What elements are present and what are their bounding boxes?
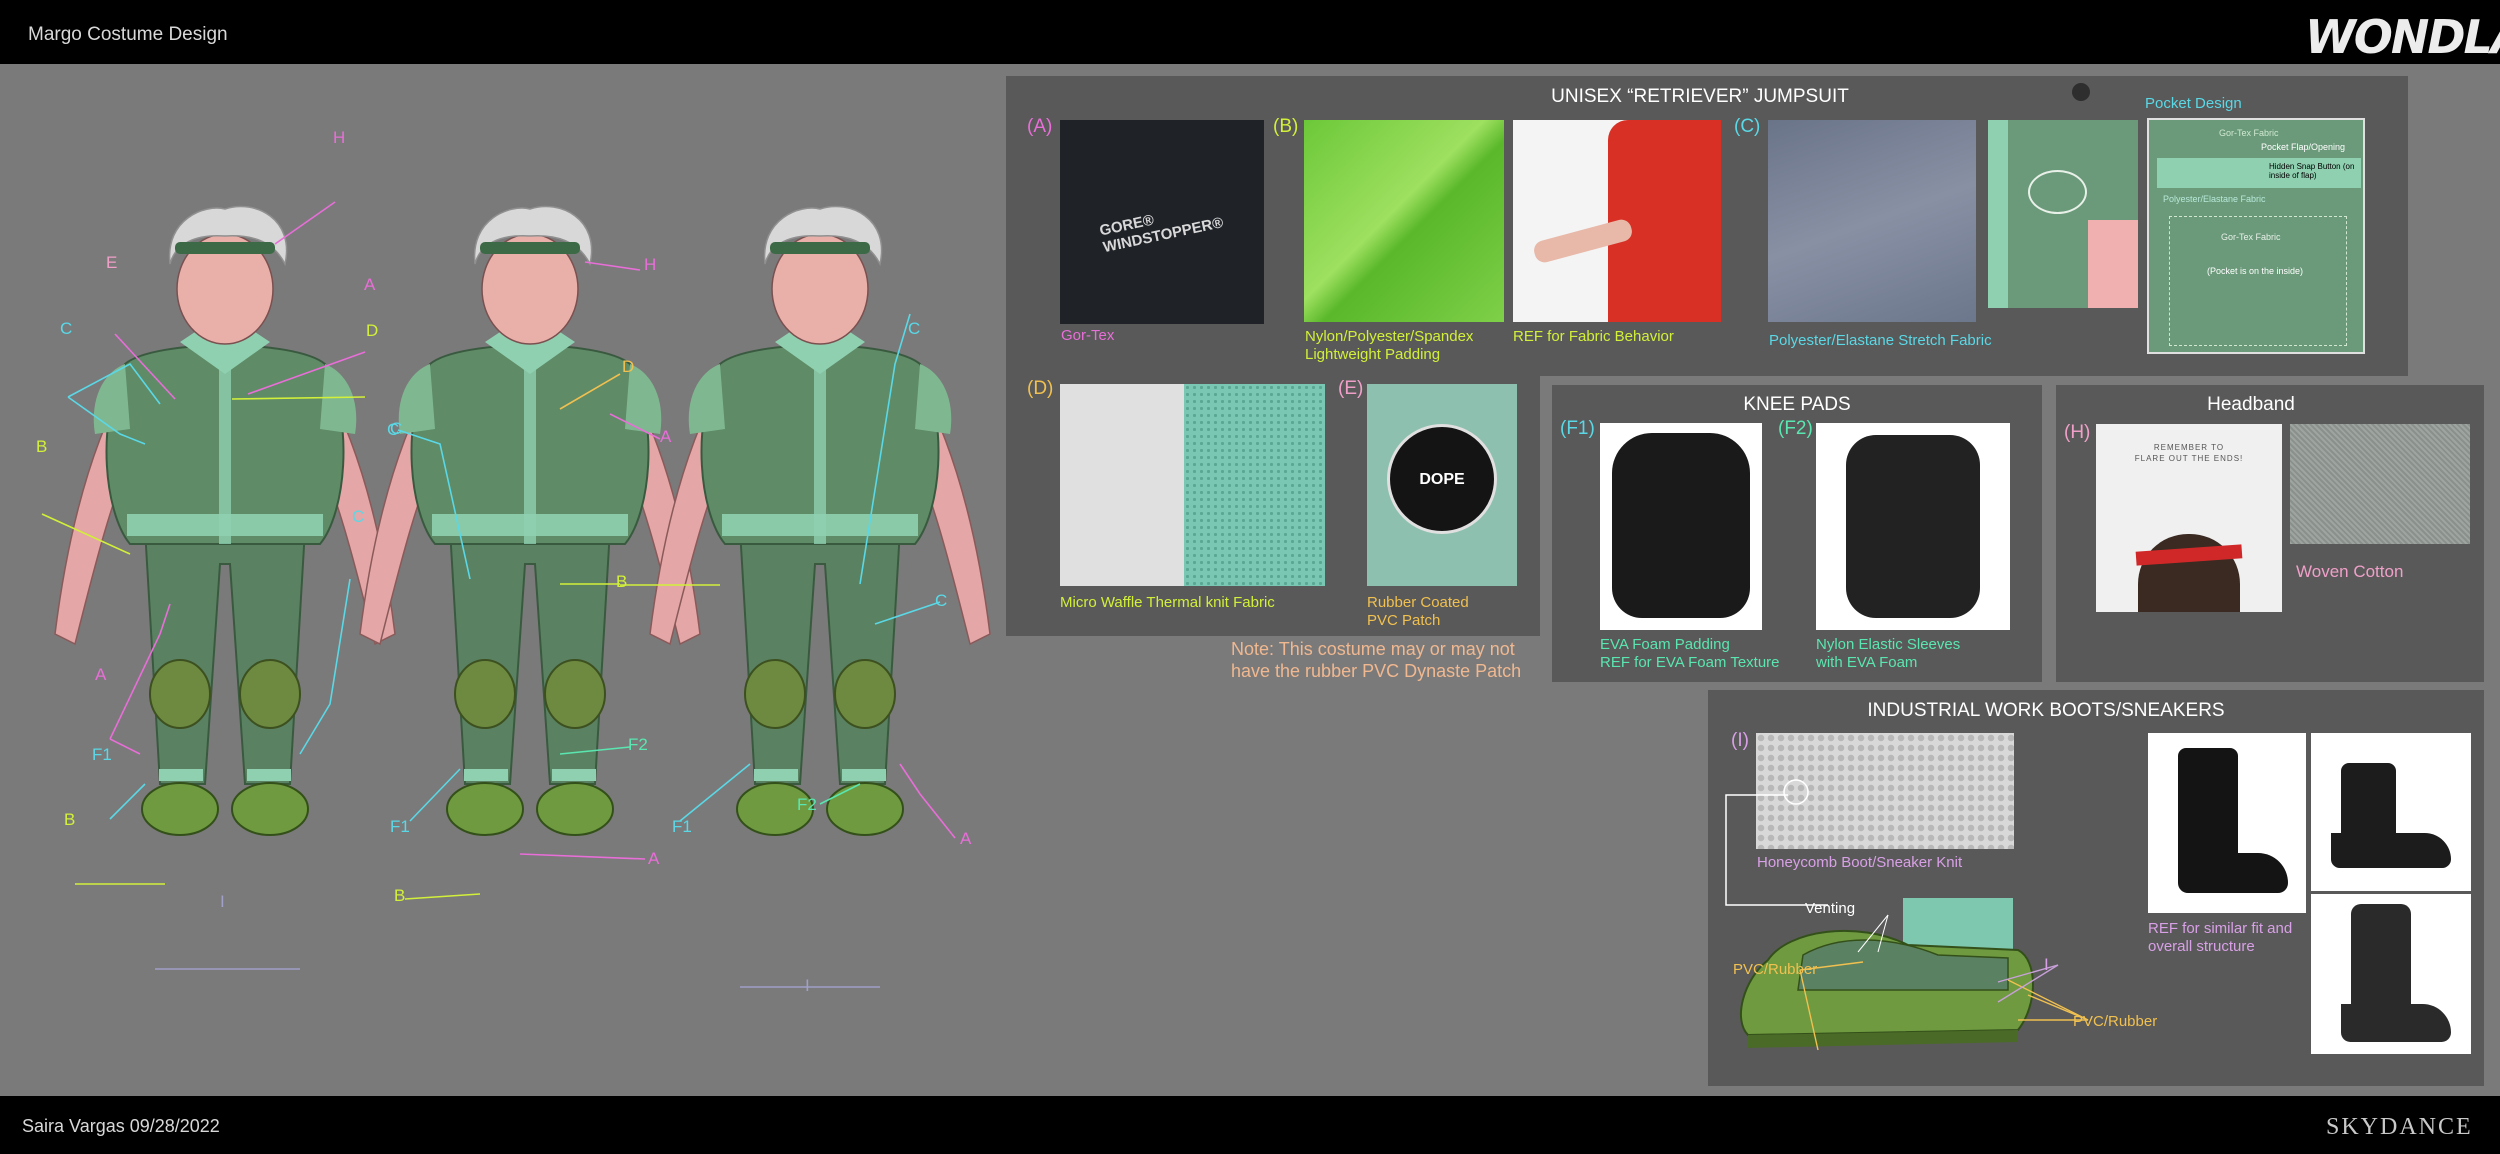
pocket-note-1: Pocket Flap/Opening [2261,142,2346,152]
sleeve-shape [1846,435,1980,618]
boot-ref-photo-1 [2148,733,2306,913]
pocket-title: Pocket Design [2145,95,2242,112]
boot-ref-label: REF for similar fit and overall structur… [2148,920,2293,955]
pocket-note-2: Hidden Snap Button (on inside of flap) [2269,162,2355,180]
label-b-front: B [36,437,48,456]
bandana-ref-text: REMEMBER TO FLARE OUT THE ENDS! [2134,443,2244,463]
fabric-ref-label: REF for Fabric Behavior [1513,328,1674,345]
label-a-front: A [364,275,376,294]
tag-e: (E) [1338,378,1364,399]
tag-f1: (F1) [1560,418,1595,439]
label-f1-front: F1 [92,745,112,764]
sleeve-label: Nylon Elastic Sleeves with EVA Foam [1816,636,1961,671]
label-f2-side: F2 [628,735,648,754]
nylon-swatch [1304,120,1504,322]
boot-ref-photo-3 [2311,894,2471,1054]
tag-c: (C) [1734,116,1761,137]
patch-label: Rubber Coated PVC Patch [1367,594,1469,629]
label-a-back: A [960,829,972,848]
headband-title: Headband [2207,394,2295,415]
waffle-label: Micro Waffle Thermal knit Fabric [1060,594,1275,611]
label-c-front: C [60,319,73,338]
woven-cotton-swatch [2290,424,2470,544]
tag-h: (H) [2064,422,2091,443]
label-e-front: E [106,253,118,272]
character-turnaround [41,201,991,988]
label-f2-back: F2 [797,795,817,814]
boot-ref-photo-2 [2311,733,2471,891]
tag-d: (D) [1027,378,1054,399]
pocket-inner [2169,216,2347,346]
pocket-circle [2028,170,2087,214]
pin-dot [2072,83,2090,101]
boot-3-foot [2341,1004,2451,1042]
bottom-bar [0,1096,2500,1154]
nylon-label: Nylon/Polyester/Spandex Lightweight Padd… [1305,328,1474,363]
sleeve-pad-photo [1816,423,2010,630]
boot-i-mark: I [2044,955,2049,974]
red-jacket-ref [1513,120,1721,322]
knee-pads-title: KNEE PADS [1743,394,1851,415]
label-a-side: A [660,427,672,446]
boot-1-foot [2178,853,2288,893]
bandana-ref-photo: REMEMBER TO FLARE OUT THE ENDS! [2096,424,2282,612]
knee-pad-shape [1612,433,1750,618]
goretex-swatch: GORE® WINDSTOPPER® [1060,120,1264,324]
patch-swatch: DOPE [1367,384,1517,586]
label-b-front-2: B [64,810,76,829]
boot-3-shaft [2351,904,2411,1014]
waffle-knit [1184,384,1325,586]
patch-text: DOPE [1419,471,1465,488]
label-c-side: C [387,420,400,439]
tag-b: (B) [1273,116,1299,137]
label-d-side: D [622,357,635,376]
sheet-title: Margo Costume Design [28,24,228,45]
pocket-diagram: Gor-Tex Fabric Pocket Flap/Opening Hidde… [2147,118,2365,354]
elastane-swatch [1768,120,1976,322]
venting-label: Venting [1805,900,1856,917]
boot-1-shaft [2178,748,2238,868]
placket [1988,120,2008,308]
boot-2-foot [2331,833,2451,868]
label-a-side-2: A [648,849,660,868]
artist-credit: Saira Vargas 09/28/2022 [22,1116,220,1136]
jumpsuit-title: UNISEX “RETRIEVER” JUMPSUIT [1551,86,1849,107]
label-i-back: I [805,976,810,995]
label-c-back-2: C [935,591,948,610]
goretex-print: GORE® WINDSTOPPER® [1097,211,1225,257]
label-c-front-2: C [352,507,365,526]
pvc-left-label: PVC/Rubber [1733,961,1818,978]
label-i-front: I [220,892,225,911]
eva-pad-photo [1600,423,1762,630]
label-c-back: C [908,319,921,338]
label-d-front: D [366,321,379,340]
label-h-side: H [644,255,657,274]
goretex-label: Gor-Tex [1061,327,1115,344]
eva-label: EVA Foam Padding REF for EVA Foam Textur… [1600,636,1780,671]
tag-f2: (F2) [1778,418,1813,439]
patch-note: Note: This costume may or may not have t… [1231,639,1522,681]
woven-cotton-label: Woven Cotton [2296,562,2404,581]
label-a-front-2: A [95,665,107,684]
elastane-label: Polyester/Elastane Stretch Fabric [1769,332,1992,349]
label-b-side: B [616,572,628,591]
waffle-swatch [1060,384,1325,586]
label-f1-back: F1 [672,817,692,836]
pocket-note-3: Polyester/Elastane Fabric [2163,194,2266,204]
patch-circle: DOPE [1387,424,1497,534]
pocket-note-0: Gor-Tex Fabric [2219,128,2279,138]
skydance-logo: SKYDANCE [2326,1114,2473,1140]
pvc-right-label: PVC/Rubber [2073,1013,2158,1030]
label-b-side-2: B [394,886,406,905]
tag-a: (A) [1027,116,1053,137]
label-h-front: H [333,128,346,147]
arm-shape [2088,220,2138,308]
boot-2-shaft [2341,763,2396,843]
top-bar [0,0,2500,64]
label-f1-side: F1 [390,817,410,836]
pocket-sketch [1988,120,2138,308]
wondla-logo: WONDLA [2305,10,2500,64]
